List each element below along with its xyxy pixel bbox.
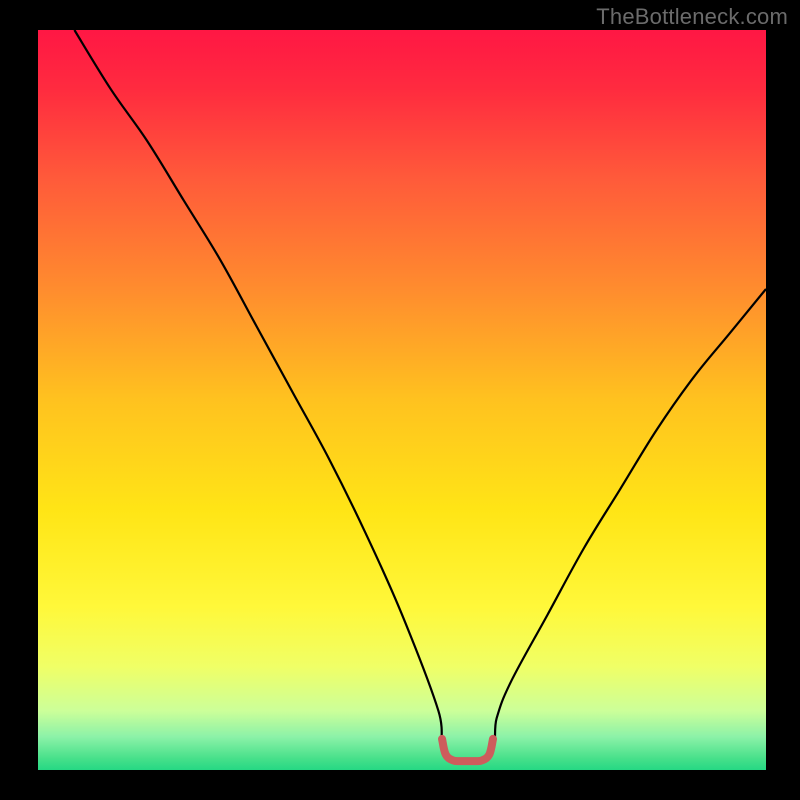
chart-frame: { "watermark": "TheBottleneck.com", "cha… — [0, 0, 800, 800]
chart-svg — [0, 0, 800, 800]
watermark-text: TheBottleneck.com — [596, 4, 788, 30]
